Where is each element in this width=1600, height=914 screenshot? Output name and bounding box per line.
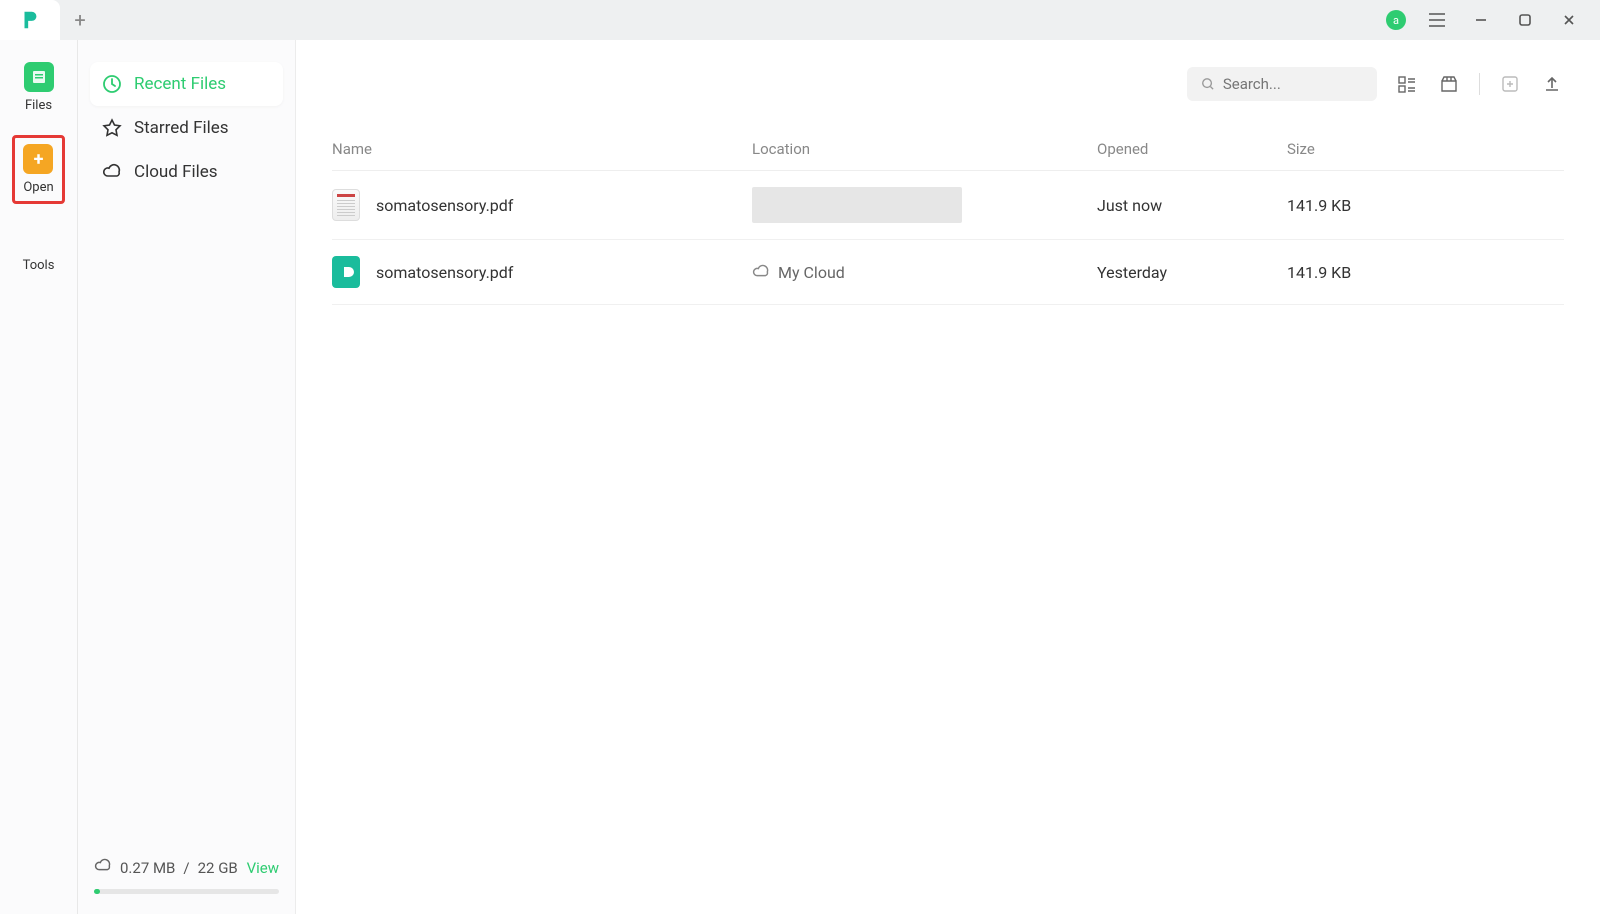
sidebar-item-starred[interactable]: Starred Files (90, 106, 283, 150)
file-name: somatosensory.pdf (376, 263, 513, 282)
toolbar (296, 40, 1600, 128)
rail-files-label: Files (25, 98, 52, 113)
maximize-button[interactable] (1512, 7, 1538, 33)
table-row[interactable]: somatosensory.pdf My Cloud Yesterday 141… (332, 240, 1564, 305)
store-button[interactable] (1437, 72, 1461, 96)
sidebar-item-label: Cloud Files (134, 162, 218, 182)
rail-tools-label: Tools (23, 258, 55, 273)
left-rail: Files + Open Tools (0, 40, 78, 914)
upload-button[interactable] (1540, 72, 1564, 96)
file-size: 141.9 KB (1287, 196, 1564, 215)
storage-progress-fill (94, 889, 100, 894)
sidebar-item-cloud[interactable]: Cloud Files (90, 150, 283, 194)
sidebar-item-recent[interactable]: Recent Files (90, 62, 283, 106)
tools-icon (25, 226, 51, 252)
header-opened[interactable]: Opened (1097, 140, 1287, 158)
titlebar-left: + (0, 0, 100, 40)
toolbar-divider (1479, 73, 1480, 95)
table-row[interactable]: somatosensory.pdf Just now 141.9 KB (332, 171, 1564, 240)
storage-used: 0.27 MB (120, 859, 175, 877)
storage-total: 22 GB (198, 859, 238, 877)
storage-sep: / (183, 859, 189, 877)
new-file-button[interactable] (1498, 72, 1522, 96)
file-size: 141.9 KB (1287, 263, 1564, 282)
file-opened: Just now (1097, 196, 1287, 215)
files-icon (24, 62, 54, 92)
new-tab-button[interactable]: + (60, 8, 100, 32)
pdf-cloud-icon (332, 256, 360, 288)
file-table: Name Location Opened Size somatosensory.… (296, 128, 1600, 305)
view-toggle-button[interactable] (1395, 72, 1419, 96)
open-icon: + (23, 144, 53, 174)
close-button[interactable] (1556, 7, 1582, 33)
header-location[interactable]: Location (752, 140, 1097, 158)
content: Name Location Opened Size somatosensory.… (296, 40, 1600, 914)
user-avatar[interactable]: a (1386, 10, 1406, 30)
header-size[interactable]: Size (1287, 140, 1564, 158)
header-name[interactable]: Name (332, 140, 752, 158)
titlebar-right: a (1386, 7, 1600, 33)
rail-files[interactable]: Files (20, 58, 58, 117)
cloud-icon (752, 263, 770, 281)
cloud-icon (102, 162, 122, 182)
menu-icon[interactable] (1424, 7, 1450, 33)
storage-view-link[interactable]: View (247, 859, 279, 877)
search-box[interactable] (1187, 67, 1377, 101)
minimize-button[interactable] (1468, 7, 1494, 33)
star-icon (102, 118, 122, 138)
home-tab[interactable] (0, 0, 60, 40)
rail-open-label: Open (23, 180, 53, 195)
search-icon (1201, 76, 1215, 92)
sidebar: Recent Files Starred Files Cloud Files 0… (78, 40, 296, 914)
main: Files + Open Tools Recent Files Starred … (0, 40, 1600, 914)
app-logo-icon (19, 9, 41, 31)
table-header: Name Location Opened Size (332, 128, 1564, 171)
rail-open[interactable]: + Open (12, 135, 64, 204)
cloud-small-icon (94, 857, 112, 879)
storage-progress (94, 889, 279, 894)
search-input[interactable] (1223, 75, 1363, 93)
location-redacted (752, 187, 962, 223)
clock-icon (102, 74, 122, 94)
file-name: somatosensory.pdf (376, 196, 513, 215)
sidebar-item-label: Starred Files (134, 118, 229, 138)
titlebar: + a (0, 0, 1600, 40)
rail-tools[interactable]: Tools (19, 222, 59, 277)
pdf-doc-icon (332, 189, 360, 221)
storage-indicator: 0.27 MB / 22 GB View (90, 849, 283, 902)
location-text: My Cloud (778, 263, 845, 282)
location-cloud: My Cloud (752, 263, 1097, 282)
sidebar-item-label: Recent Files (134, 74, 226, 94)
file-opened: Yesterday (1097, 263, 1287, 282)
